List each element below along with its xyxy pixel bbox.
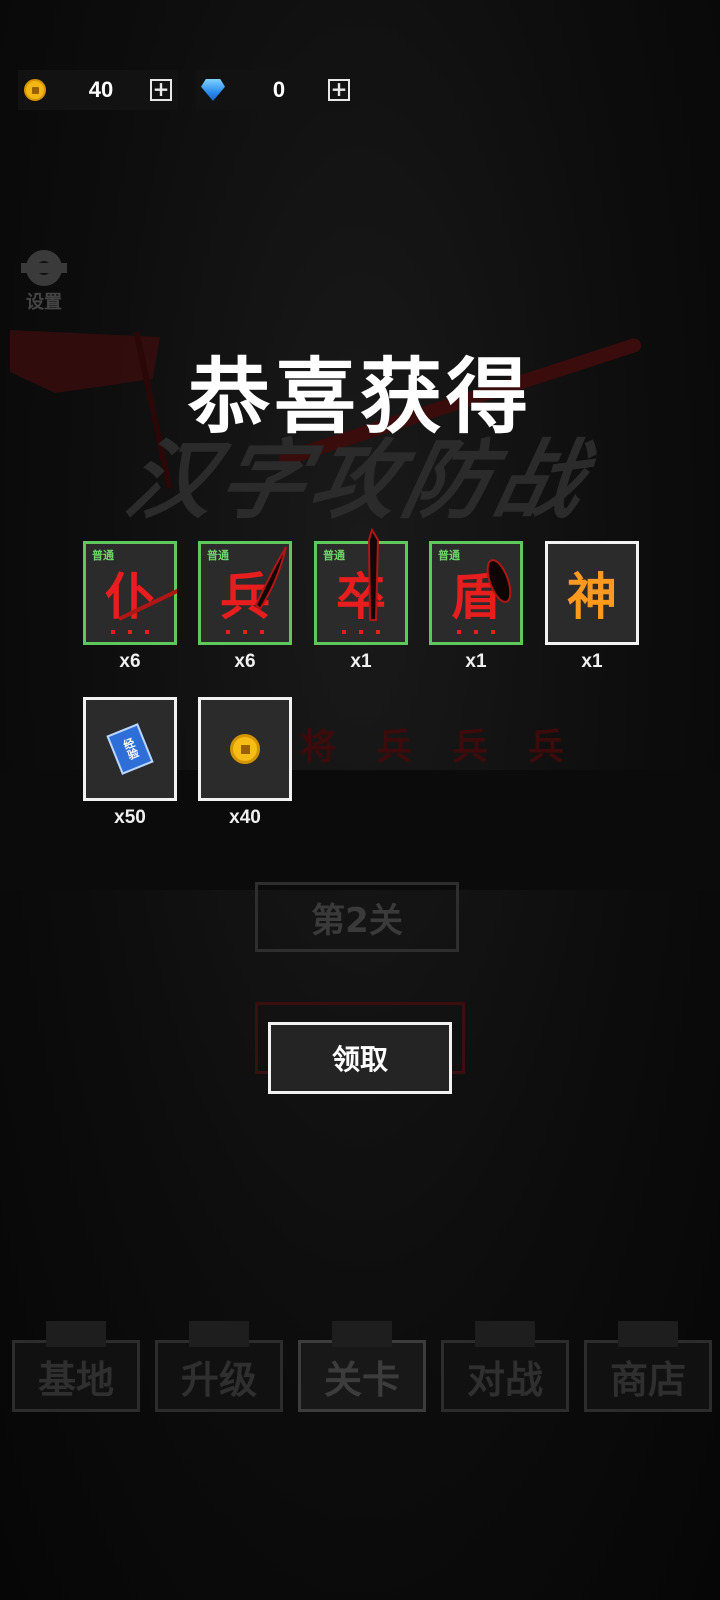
coin-icon — [230, 734, 260, 764]
reward-card: 普通 卒 — [314, 528, 408, 645]
character-glyph: 神 — [567, 568, 617, 626]
reward-item[interactable]: 神 x1 — [545, 541, 639, 673]
reward-count: x1 — [465, 651, 487, 672]
gem-value: 0 — [272, 77, 286, 102]
bottom-nav: 基地 升级 关卡 对战 商店 — [12, 1321, 712, 1420]
reward-count: x1 — [581, 651, 603, 672]
diamond-icon — [196, 73, 230, 107]
nav-label: 关卡 — [323, 1357, 400, 1402]
gear-icon — [21, 250, 67, 286]
gem-counter: 0 + — [196, 70, 356, 110]
nav-upgrade[interactable]: 升级 — [155, 1321, 283, 1412]
soldier: 兵 — [452, 726, 489, 768]
shield-icon — [486, 559, 512, 603]
castle-icon — [46, 1321, 106, 1347]
soldier: 兵 — [376, 726, 413, 768]
nav-label: 升级 — [180, 1357, 257, 1402]
blade-icon — [367, 528, 380, 621]
reward-count: x6 — [119, 651, 141, 672]
reward-card: 普通 仆 — [83, 541, 177, 645]
gold-value: 40 — [88, 77, 114, 102]
soldier-row: 将 兵 兵 兵 — [300, 700, 700, 770]
shop-awning-icon — [618, 1321, 678, 1347]
reward-count: x6 — [234, 651, 256, 672]
exp-book-icon: 经验 — [106, 723, 154, 775]
arrow-up-icon — [189, 1321, 249, 1347]
reward-title: 恭喜获得 — [187, 350, 532, 445]
nav-label: 商店 — [609, 1357, 686, 1402]
sword-icon — [254, 546, 287, 611]
gold-counter: 40 + — [18, 70, 178, 110]
reward-count: x50 — [114, 807, 146, 828]
reward-card: 普通 盾 — [429, 541, 523, 645]
reward-count: x1 — [350, 651, 372, 672]
nav-label: 基地 — [37, 1357, 114, 1402]
stars-icon — [332, 1321, 392, 1347]
nav-stages[interactable]: 关卡 — [298, 1321, 426, 1412]
settings-button[interactable]: 设置 — [21, 250, 67, 314]
nav-label: 对战 — [466, 1357, 543, 1402]
stage-button: 第2关 — [255, 882, 459, 952]
add-gem-button[interactable]: + — [328, 79, 350, 101]
game-screen: 汉字攻防战 将 兵 兵 兵 第2关 40 + 0 + 设置 恭喜获得 普通 仆 — [0, 0, 720, 1600]
add-gold-button[interactable]: + — [150, 79, 172, 101]
reward-item[interactable]: 普通 兵 x6 — [198, 541, 292, 673]
settings-label: 设置 — [26, 292, 62, 313]
reward-item[interactable]: 普通 仆 x6 — [83, 541, 177, 673]
crossed-swords-icon — [475, 1321, 535, 1347]
reward-item[interactable]: 普通 卒 x1 — [314, 528, 408, 673]
reward-item[interactable]: 经验 x50 — [83, 697, 177, 829]
reward-count: x40 — [229, 807, 261, 828]
soldier-general: 将 — [300, 726, 337, 768]
spear-icon — [118, 588, 177, 621]
coin-icon — [18, 73, 52, 107]
nav-shop[interactable]: 商店 — [584, 1321, 712, 1412]
reward-card: 普通 兵 — [198, 541, 292, 645]
reward-card — [198, 697, 292, 801]
reward-card: 神 — [545, 541, 639, 645]
soldier: 兵 — [528, 726, 565, 768]
nav-base[interactable]: 基地 — [12, 1321, 140, 1412]
claim-button[interactable]: 领取 — [268, 1022, 452, 1094]
reward-item[interactable]: x40 — [198, 697, 292, 829]
reward-card: 经验 — [83, 697, 177, 801]
nav-battle[interactable]: 对战 — [441, 1321, 569, 1412]
reward-item[interactable]: 普通 盾 x1 — [429, 541, 523, 673]
